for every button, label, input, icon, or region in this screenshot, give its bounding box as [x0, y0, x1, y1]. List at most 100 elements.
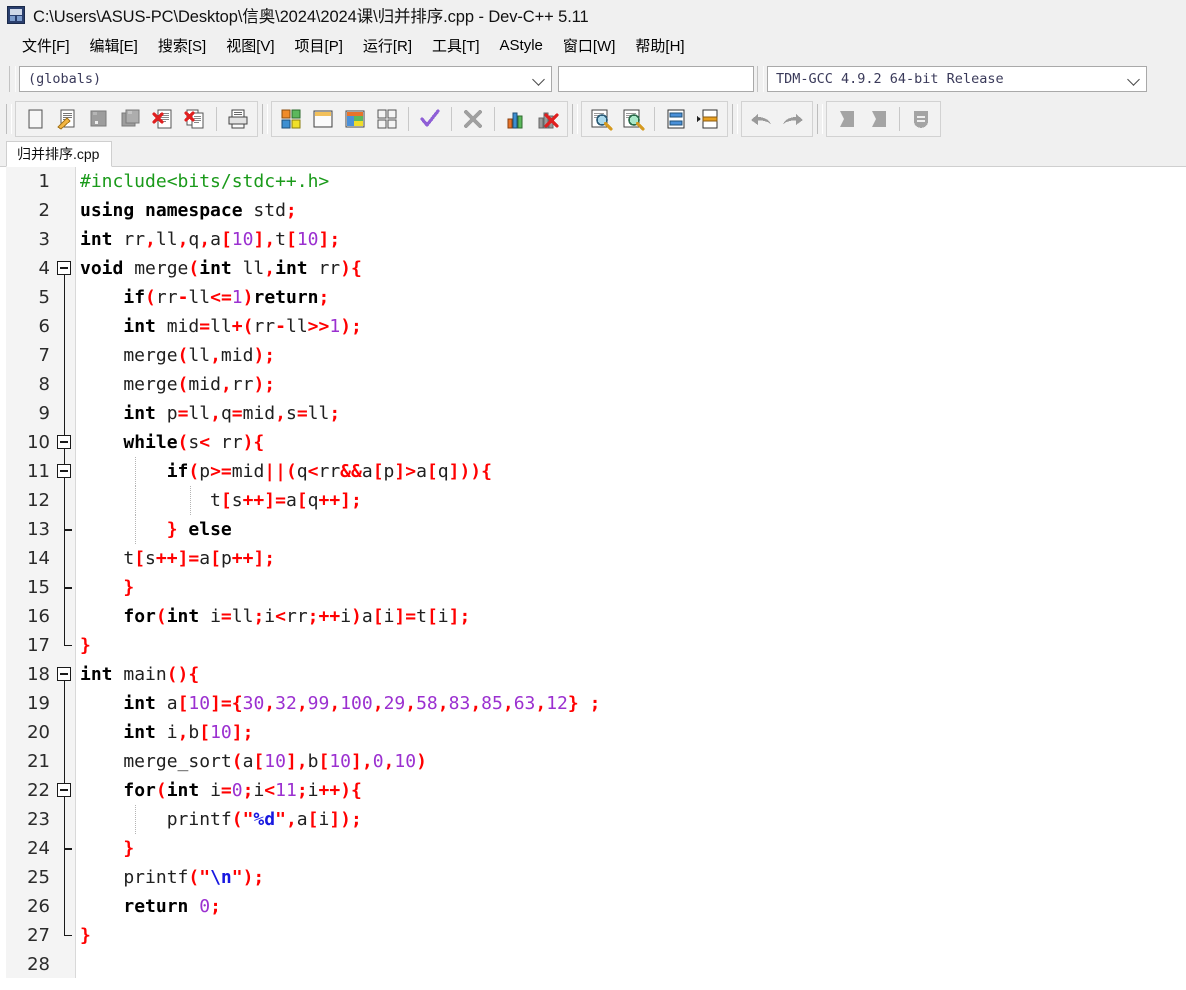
code-line[interactable]: 18 int main(){: [0, 660, 1186, 689]
fold-collapse-icon[interactable]: [57, 667, 71, 681]
code-line[interactable]: 23 printf("%d",a[i]);: [0, 805, 1186, 834]
editor-tab-bar: 归并排序.cpp: [0, 140, 1186, 167]
code-line[interactable]: 5 if(rr-ll<=1)return;: [0, 283, 1186, 312]
code-line[interactable]: 13 } else: [0, 515, 1186, 544]
menu-project[interactable]: 项目[P]: [285, 32, 353, 60]
tab-merge-sort-cpp[interactable]: 归并排序.cpp: [6, 141, 113, 167]
compiler-combobox[interactable]: TDM-GCC 4.9.2 64-bit Release: [767, 66, 1147, 92]
code-token-id: merge: [80, 345, 178, 366]
code-line[interactable]: 20 int i,b[10];: [0, 718, 1186, 747]
code-line[interactable]: 12 t[s++]=a[q++];: [0, 486, 1186, 515]
code-text: int rr,ll,q,a[10],t[10];: [76, 229, 1186, 250]
code-token-str: ": [231, 867, 243, 888]
code-line[interactable]: 1 #include<bits/stdc++.h>: [0, 167, 1186, 196]
code-line[interactable]: 8 merge(mid,rr);: [0, 370, 1186, 399]
close-all-button[interactable]: [179, 103, 211, 135]
code-line[interactable]: 19 int a[10]={30,32,99,100,29,58,83,85,6…: [0, 689, 1186, 718]
code-line[interactable]: 21 merge_sort(a[10],b[10],0,10): [0, 747, 1186, 776]
fold-marker-cell[interactable]: [52, 776, 76, 805]
code-token-kw: int: [80, 229, 113, 250]
goto-bookmark-button[interactable]: [905, 103, 937, 135]
code-line[interactable]: 24 }: [0, 834, 1186, 863]
code-line[interactable]: 26 return 0;: [0, 892, 1186, 921]
menu-edit[interactable]: 编辑[E]: [80, 32, 148, 60]
code-line[interactable]: 15 }: [0, 573, 1186, 602]
menu-astyle[interactable]: AStyle: [490, 34, 553, 58]
code-line[interactable]: 11 if(p>=mid||(q<rr&&a[p]>a[q])){: [0, 457, 1186, 486]
printer-icon: [228, 109, 248, 129]
print-button[interactable]: [222, 103, 254, 135]
compiler-toolbar-grip[interactable]: [757, 66, 764, 92]
code-line[interactable]: 6 int mid=ll+(rr-ll>>1);: [0, 312, 1186, 341]
code-editor[interactable]: 1 #include<bits/stdc++.h> 2 using namespace…: [0, 167, 1186, 978]
new-project-button[interactable]: [275, 103, 307, 135]
code-line[interactable]: 2 using namespace std;: [0, 196, 1186, 225]
undo-button[interactable]: [745, 103, 777, 135]
code-token-id: mid: [220, 345, 254, 366]
code-line[interactable]: 16 for(int i=ll;i<rr;++i)a[i]=t[i];: [0, 602, 1186, 631]
menu-search[interactable]: 搜索[S]: [148, 32, 216, 60]
project-group-grip[interactable]: [262, 104, 268, 134]
delete-profile-button[interactable]: [532, 103, 564, 135]
goto-function-button[interactable]: [692, 103, 724, 135]
fold-collapse-icon[interactable]: [57, 435, 71, 449]
insert-group-grip[interactable]: [817, 104, 823, 134]
replace-button[interactable]: [617, 103, 649, 135]
code-line[interactable]: 9 int p=ll,q=mid,s=ll;: [0, 399, 1186, 428]
fold-collapse-icon[interactable]: [57, 783, 71, 797]
close-file-button[interactable]: [147, 103, 179, 135]
search-input[interactable]: [558, 66, 754, 92]
code-line[interactable]: 25 printf("\n");: [0, 863, 1186, 892]
new-file-button[interactable]: [19, 103, 51, 135]
menu-view[interactable]: 视图[V]: [216, 32, 284, 60]
find-button[interactable]: [585, 103, 617, 135]
toggle-bookmark-button[interactable]: [862, 103, 894, 135]
code-line[interactable]: 27}: [0, 921, 1186, 950]
insert-button[interactable]: [830, 103, 862, 135]
fold-collapse-icon[interactable]: [57, 261, 71, 275]
code-text: int main(){: [76, 664, 1186, 685]
project-manager-button[interactable]: [339, 103, 371, 135]
fold-marker-cell[interactable]: [52, 660, 76, 689]
project-options-button[interactable]: [371, 103, 403, 135]
code-line[interactable]: 28: [0, 950, 1186, 978]
code-token-punc: [: [372, 461, 384, 482]
menu-file[interactable]: 文件[F]: [12, 32, 80, 60]
fold-marker-cell[interactable]: [52, 457, 76, 486]
fold-marker-cell[interactable]: [52, 254, 76, 283]
stop-execution-button[interactable]: [457, 103, 489, 135]
code-line[interactable]: 7 merge(ll,mid);: [0, 341, 1186, 370]
undo-group-grip[interactable]: [732, 104, 738, 134]
goto-line-button[interactable]: [660, 103, 692, 135]
save-file-button[interactable]: [83, 103, 115, 135]
menu-tools[interactable]: 工具[T]: [422, 32, 490, 60]
profile-button[interactable]: [500, 103, 532, 135]
menu-run[interactable]: 运行[R]: [353, 32, 422, 60]
code-line[interactable]: 14 t[s++]=a[p++];: [0, 544, 1186, 573]
code-line[interactable]: 10 while(s< rr){: [0, 428, 1186, 457]
redo-button[interactable]: [777, 103, 809, 135]
save-all-button[interactable]: [115, 103, 147, 135]
fold-tick: [63, 848, 72, 850]
menu-help[interactable]: 帮助[H]: [625, 32, 694, 60]
scope-combobox[interactable]: (globals): [19, 66, 552, 92]
fold-marker-cell[interactable]: [52, 428, 76, 457]
find-magnifier-icon: [591, 109, 613, 131]
toolbar-grip[interactable]: [9, 66, 16, 92]
open-file-button[interactable]: [51, 103, 83, 135]
code-line[interactable]: 22 for(int i=0;i<11;i++){: [0, 776, 1186, 805]
code-line[interactable]: 4 void merge(int ll,int rr){: [0, 254, 1186, 283]
project-window-button[interactable]: [307, 103, 339, 135]
code-token-punc: ;: [210, 896, 221, 917]
code-line[interactable]: 17}: [0, 631, 1186, 660]
compile-button[interactable]: [414, 103, 446, 135]
code-token-punc: ];: [448, 606, 471, 627]
code-text: }: [76, 635, 1186, 656]
menu-window[interactable]: 窗口[W]: [553, 32, 626, 60]
debug-group-grip[interactable]: [572, 104, 578, 134]
code-line[interactable]: 3 int rr,ll,q,a[10],t[10];: [0, 225, 1186, 254]
code-token-id: q: [188, 229, 200, 250]
file-group-grip[interactable]: [6, 104, 12, 134]
fold-collapse-icon[interactable]: [57, 464, 71, 478]
code-token-punc: >>: [307, 316, 330, 337]
